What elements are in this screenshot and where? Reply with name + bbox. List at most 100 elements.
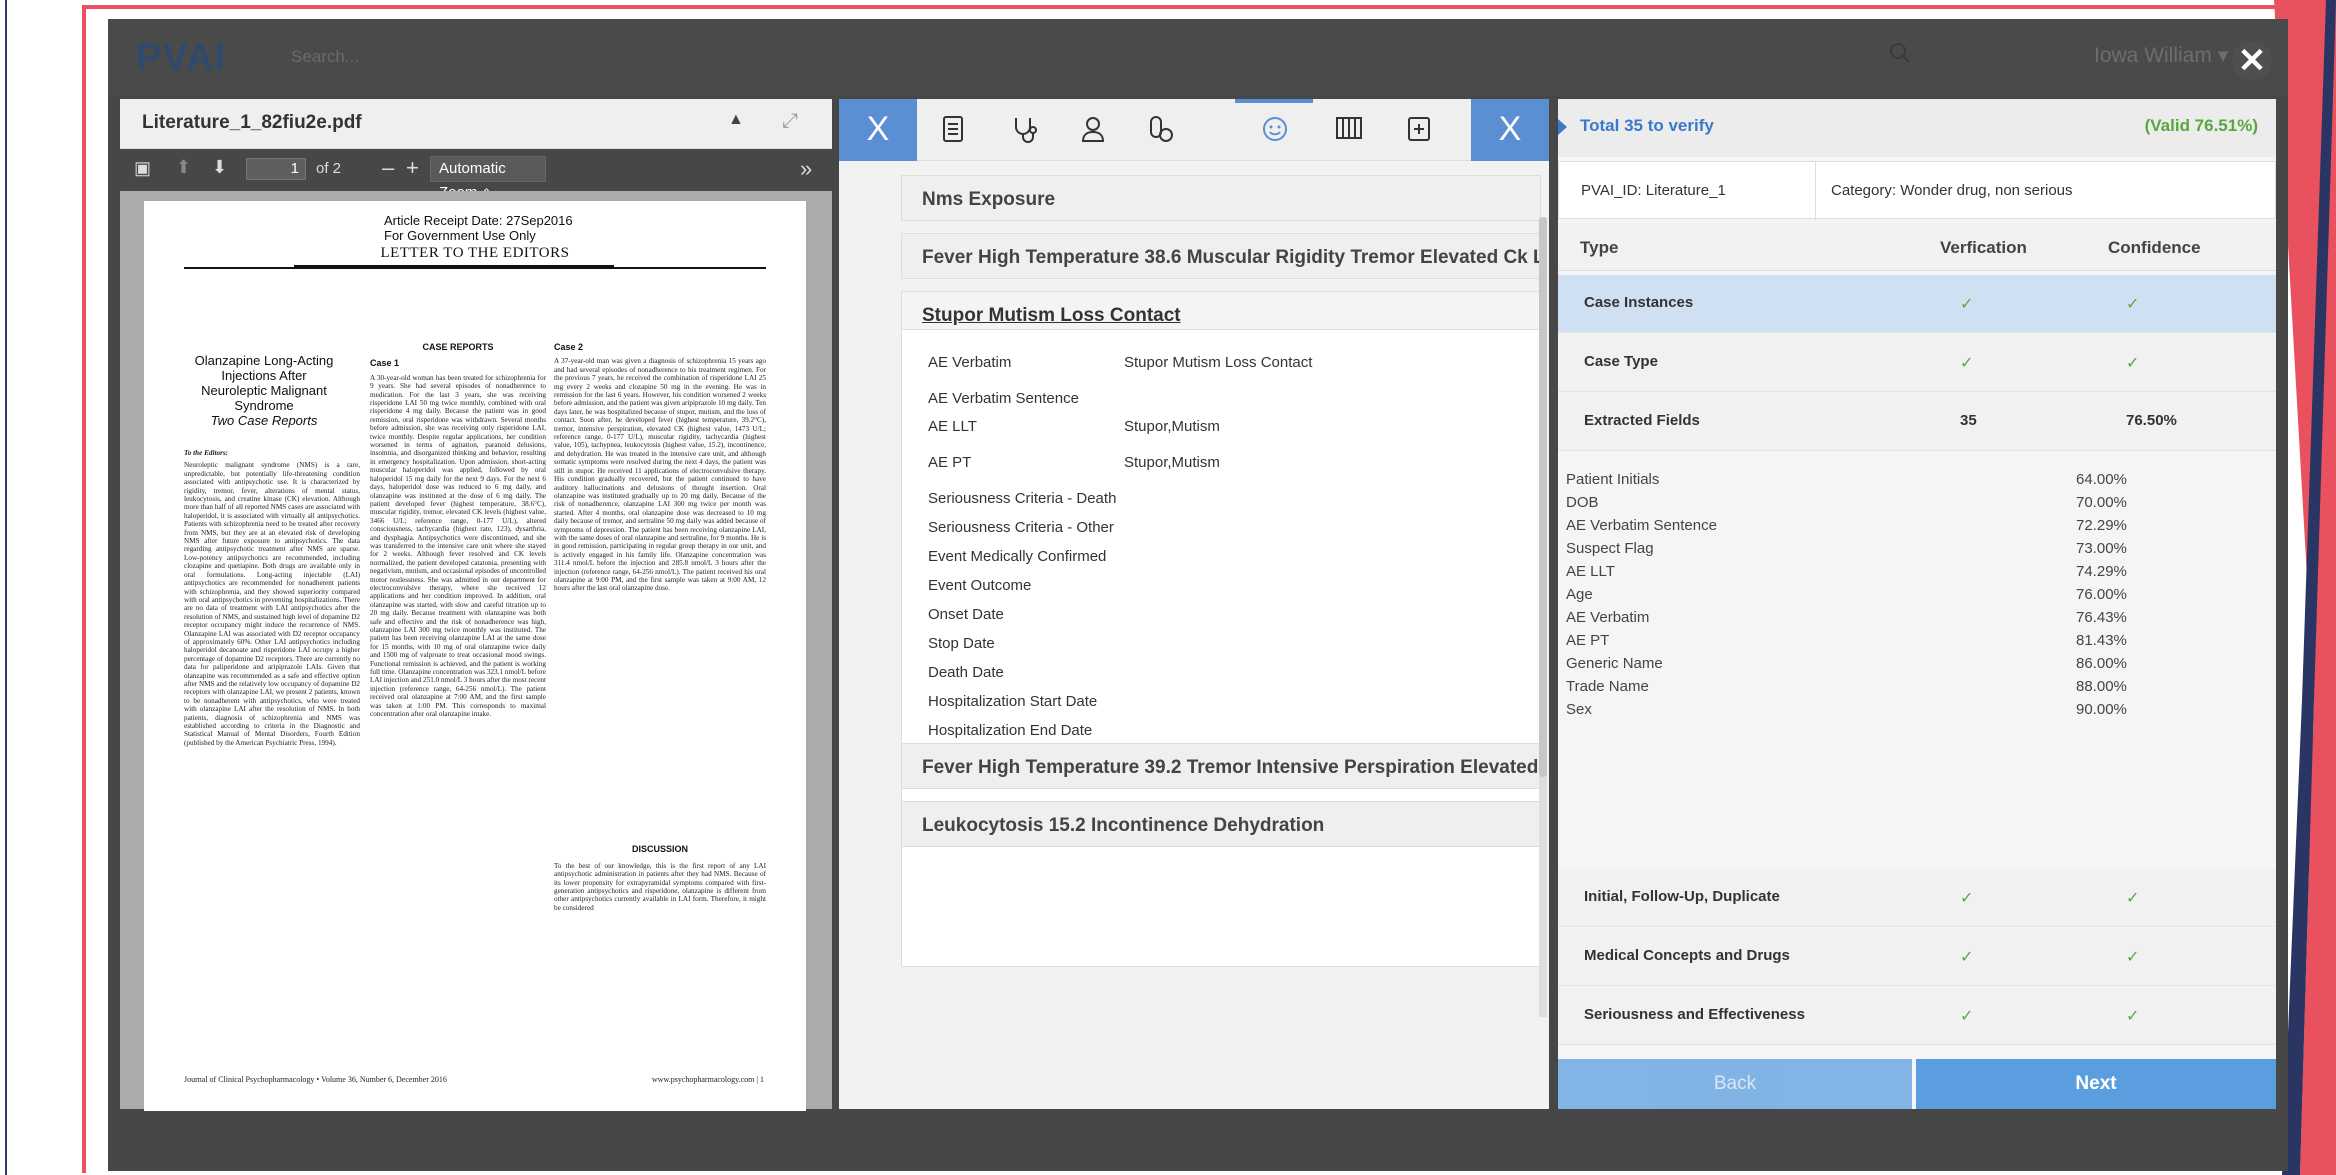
receipt-date: Article Receipt Date: 27Sep2016 For Gover… bbox=[384, 213, 573, 243]
accordion-item[interactable]: Fever High Temperature 39.2 Tremor Inten… bbox=[901, 743, 1541, 789]
check-icon: ✓ bbox=[2126, 296, 2140, 313]
accordion-item[interactable]: Nms Exposure bbox=[901, 175, 1541, 221]
row-name: Extracted Fields bbox=[1584, 412, 1700, 429]
zoom-in-icon[interactable]: + bbox=[406, 155, 419, 181]
accordion-item[interactable]: Fever High Temperature 38.6 Muscular Rig… bbox=[901, 233, 1541, 279]
row-name: Case Type bbox=[1584, 353, 1658, 370]
pdf-page: Article Receipt Date: 27Sep2016 For Gover… bbox=[144, 201, 806, 1111]
document-icon[interactable] bbox=[937, 115, 969, 145]
list-item: Patient Initials bbox=[1566, 471, 1660, 488]
table-row[interactable]: Seriousness and Effectiveness ✓ ✓ bbox=[1558, 987, 2276, 1045]
list-item-pct: 74.29% bbox=[2076, 563, 2127, 580]
close-left-button[interactable]: X bbox=[839, 99, 917, 161]
field-label: Event Outcome bbox=[928, 577, 1032, 594]
sort-icon[interactable]: ▲ bbox=[728, 111, 744, 129]
case-1-heading: Case 1 bbox=[370, 358, 400, 369]
table-row[interactable]: Extracted Fields 35 76.50% bbox=[1558, 393, 2276, 451]
smiley-icon[interactable] bbox=[1259, 115, 1291, 145]
list-item: Generic Name bbox=[1566, 655, 1663, 672]
arrow-right-icon bbox=[1558, 119, 1567, 135]
arrow-down-icon[interactable]: ⬇ bbox=[212, 157, 227, 178]
pdf-canvas[interactable]: Article Receipt Date: 27Sep2016 For Gover… bbox=[120, 191, 832, 1111]
accordion-item[interactable]: Leukocytosis 15.2 Incontinence Dehydrati… bbox=[901, 801, 1541, 847]
gov-line: For Government Use Only bbox=[384, 228, 536, 243]
field-value[interactable]: Stupor,Mutism bbox=[1124, 454, 1220, 471]
field-label: Stop Date bbox=[928, 635, 995, 652]
check-icon: ✓ bbox=[2126, 355, 2140, 372]
pdf-filename: Literature_1_82fiu2e.pdf bbox=[142, 112, 362, 133]
add-document-icon[interactable] bbox=[1403, 115, 1435, 145]
field-label: Seriousness Criteria - Other bbox=[928, 519, 1114, 536]
pdf-header: Literature_1_82fiu2e.pdf ▲ ⤢ bbox=[120, 99, 832, 149]
column-1-text: Neuroleptic malignant syndrome (NMS) is … bbox=[184, 461, 360, 747]
field-value[interactable]: Stupor Mutism Loss Contact bbox=[1124, 354, 1312, 371]
column-2: CASE REPORTS Case 1 A 30-year-old woman … bbox=[370, 343, 546, 1069]
chevron-down-icon: ▾ bbox=[2217, 44, 2229, 67]
next-button[interactable]: Next bbox=[1916, 1059, 2276, 1109]
field-label: AE PT bbox=[928, 454, 972, 471]
search-icon[interactable] bbox=[1888, 41, 1912, 70]
entity-panel: X X Nms Exposure Fever High Temperature … bbox=[839, 99, 1549, 1109]
pills-icon[interactable] bbox=[1145, 115, 1177, 145]
close-icon[interactable]: ✕ bbox=[2232, 41, 2272, 81]
scrollbar[interactable] bbox=[1539, 217, 1547, 1017]
back-button[interactable]: Back bbox=[1558, 1059, 1912, 1109]
table-row[interactable]: Case Instances ✓ ✓ bbox=[1558, 275, 2276, 333]
close-right-button[interactable]: X bbox=[1471, 99, 1549, 161]
case-reports-heading: CASE REPORTS bbox=[422, 343, 494, 352]
list-item: AE Verbatim bbox=[1566, 609, 1650, 626]
discussion-text: To the best of our knowledge, this is th… bbox=[554, 861, 766, 912]
table-row[interactable]: Medical Concepts and Drugs ✓ ✓ bbox=[1558, 928, 2276, 986]
expand-icon[interactable]: ⤢ bbox=[782, 110, 798, 133]
check-icon: ✓ bbox=[2126, 949, 2140, 966]
page-total: of 2 bbox=[316, 160, 342, 177]
row-name: Seriousness and Effectiveness bbox=[1584, 1006, 1805, 1023]
zoom-out-icon[interactable]: – bbox=[382, 155, 394, 181]
field-label: AE LLT bbox=[928, 418, 977, 435]
check-icon: ✓ bbox=[1960, 296, 1974, 313]
logo: PVAI bbox=[136, 37, 226, 79]
entity-list: Nms Exposure Fever High Temperature 38.6… bbox=[839, 161, 1549, 1109]
list-item-pct: 72.29% bbox=[2076, 517, 2127, 534]
user-menu[interactable]: Iowa William ▾ bbox=[2094, 43, 2228, 68]
search-input[interactable]: Search... bbox=[291, 47, 359, 67]
check-icon: ✓ bbox=[2126, 890, 2140, 907]
verify-header: Total 35 to verify (Valid 76.51%) bbox=[1558, 99, 2276, 157]
table-row[interactable]: Initial, Follow-Up, Duplicate ✓ ✓ bbox=[1558, 869, 2276, 927]
page-footer: Journal of Clinical Psychopharmacology •… bbox=[184, 1075, 764, 1084]
app-window: PVAI Search... Iowa William ▾ ✕ Literatu… bbox=[108, 19, 2288, 1171]
list-item-pct: 76.00% bbox=[2076, 586, 2127, 603]
valid-percentage: (Valid 76.51%) bbox=[2144, 116, 2258, 135]
row-name: Case Instances bbox=[1584, 294, 1694, 311]
table-row[interactable]: Case Type ✓ ✓ bbox=[1558, 334, 2276, 392]
footer-url: www.psychopharmacology.com | 1 bbox=[651, 1075, 764, 1084]
person-icon[interactable] bbox=[1077, 115, 1109, 145]
columns-icon[interactable] bbox=[1333, 115, 1365, 145]
stethoscope-icon[interactable] bbox=[1009, 115, 1041, 145]
pvai-id: PVAI_ID: Literature_1 bbox=[1581, 182, 1726, 199]
field-value[interactable]: Stupor,Mutism bbox=[1124, 418, 1220, 435]
discussion-heading: DISCUSSION bbox=[631, 844, 688, 855]
page-number-input[interactable]: 1 bbox=[246, 158, 306, 180]
scrollbar-thumb[interactable] bbox=[1539, 217, 1547, 777]
column-3: Case 2 A 37-year-old man was given a dia… bbox=[554, 343, 766, 1069]
check-icon: ✓ bbox=[1960, 355, 1974, 372]
row-verification: 35 bbox=[1960, 412, 1977, 429]
field-label: AE Verbatim Sentence bbox=[928, 390, 1079, 407]
field-label: Onset Date bbox=[928, 606, 1004, 623]
tools-menu-icon[interactable]: » bbox=[800, 156, 812, 182]
column-1: To the Editors: Neuroleptic malignant sy… bbox=[184, 449, 360, 1069]
field-label: Seriousness Criteria - Death bbox=[928, 490, 1117, 507]
zoom-select[interactable]: Automatic Zoom ⇕ bbox=[430, 156, 546, 201]
accordion-body: AE Verbatim Stupor Mutism Loss Contact A… bbox=[901, 329, 1541, 967]
list-item-pct: 90.00% bbox=[2076, 701, 2127, 718]
divider bbox=[294, 265, 614, 269]
arrow-up-icon[interactable]: ⬆ bbox=[176, 157, 191, 178]
sidebar-toggle-icon[interactable]: ▣ bbox=[134, 158, 151, 179]
subtitle-text: Two Case Reports bbox=[210, 413, 318, 428]
col-type: Type bbox=[1580, 238, 1619, 257]
col-confidence: Confidence bbox=[2108, 238, 2201, 257]
check-icon: ✓ bbox=[2126, 1008, 2140, 1025]
list-item: Sex bbox=[1566, 701, 1592, 718]
verification-panel: Total 35 to verify (Valid 76.51%) PVAI_I… bbox=[1558, 99, 2276, 1109]
